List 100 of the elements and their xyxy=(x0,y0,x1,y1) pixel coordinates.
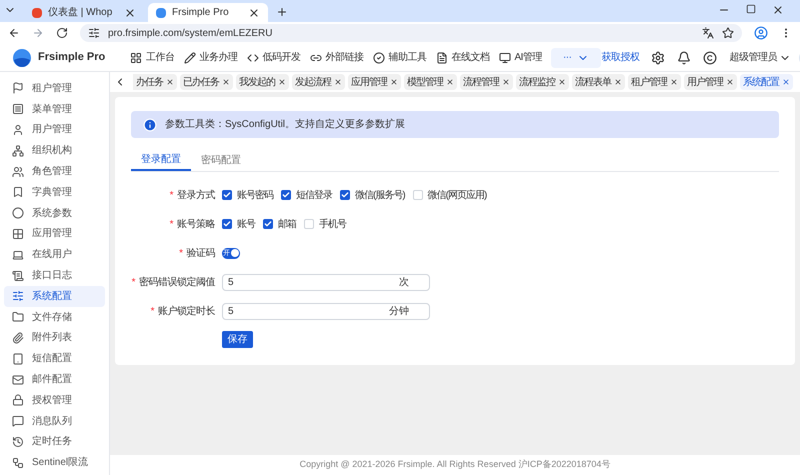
copyright-icon[interactable] xyxy=(703,50,718,64)
nav-item[interactable]: 辅助工具 xyxy=(372,50,426,65)
page-tab[interactable]: 我发起的 xyxy=(236,74,289,90)
close-icon[interactable] xyxy=(166,78,174,86)
nav-item[interactable]: 业务办理 xyxy=(184,50,238,65)
back-icon[interactable] xyxy=(8,27,20,39)
nav-item[interactable]: 外部链接 xyxy=(310,50,364,65)
sidebar-item[interactable]: 用户管理 xyxy=(4,120,105,140)
field-label: 账户锁定时长 xyxy=(158,304,215,318)
required-mark: * xyxy=(150,304,154,318)
nav-item[interactable]: 工作台 xyxy=(130,50,174,65)
form-tab[interactable]: 登录配置 xyxy=(131,149,191,171)
sidebar-item[interactable]: 文件存储 xyxy=(4,306,105,328)
page-tab[interactable]: 租户管理 xyxy=(628,74,681,90)
sidebar-item[interactable]: 菜单管理 xyxy=(4,98,105,120)
sidebar-item[interactable]: 系统配置 xyxy=(4,286,105,307)
field-label: 验证码 xyxy=(186,246,215,260)
page-tab[interactable]: 已办任务 xyxy=(180,74,233,90)
close-icon[interactable] xyxy=(782,78,790,86)
checkbox[interactable] xyxy=(222,190,232,200)
nav-item[interactable]: AI管理 xyxy=(498,50,542,65)
page-tab[interactable]: 模型管理 xyxy=(404,74,457,90)
sidebar-item[interactable]: 邮件配置 xyxy=(4,369,105,390)
more-dropdown[interactable]: ··· xyxy=(550,48,602,68)
input-field[interactable]: 5 分钟 xyxy=(222,302,430,320)
close-window-icon[interactable] xyxy=(772,4,784,16)
checkbox[interactable] xyxy=(263,219,273,229)
sidebar-item[interactable]: 在线用户 xyxy=(4,244,105,266)
close-icon[interactable] xyxy=(124,6,136,18)
input-field[interactable]: 5 次 xyxy=(222,274,430,290)
checkbox[interactable] xyxy=(412,190,423,200)
save-button[interactable]: 保存 xyxy=(222,331,253,348)
page-tab[interactable]: 发起流程 xyxy=(292,74,345,90)
sidebar-item[interactable]: Sentinel限流 xyxy=(4,452,105,474)
sidebar-item[interactable]: 系统参数 xyxy=(4,202,105,224)
checkbox-label: 微信(服务号) xyxy=(355,188,405,202)
close-icon[interactable] xyxy=(446,78,454,86)
nav-icon xyxy=(372,52,384,64)
close-icon[interactable] xyxy=(278,78,286,86)
required-mark: * xyxy=(170,218,173,232)
sidebar-item[interactable]: 租户管理 xyxy=(4,78,105,99)
browser-tab[interactable]: Frsimple Pro xyxy=(148,3,268,22)
page-tab[interactable]: 办任务 xyxy=(133,74,177,90)
bell-icon[interactable] xyxy=(677,50,692,64)
close-icon[interactable] xyxy=(614,78,622,86)
bookmark-star-icon[interactable] xyxy=(722,27,734,39)
sidebar-item[interactable]: 消息队列 xyxy=(4,410,105,432)
menu-item-icon xyxy=(12,270,24,282)
menu-item-icon xyxy=(12,415,24,428)
checkbox[interactable] xyxy=(304,219,314,229)
sidebar-item[interactable]: 组织机构 xyxy=(4,140,105,162)
menu-item-icon xyxy=(12,103,24,116)
close-icon[interactable] xyxy=(334,78,342,86)
translate-icon[interactable] xyxy=(702,27,714,39)
page-tab[interactable]: 用户管理 xyxy=(684,74,737,90)
menu-item-icon xyxy=(12,374,24,386)
maximize-icon[interactable] xyxy=(746,4,756,14)
checkbox[interactable] xyxy=(340,190,350,200)
close-icon[interactable] xyxy=(670,78,678,86)
profile-icon[interactable] xyxy=(754,26,768,40)
menu-item-icon xyxy=(12,311,24,324)
settings-icon[interactable] xyxy=(651,50,666,64)
checkbox[interactable] xyxy=(222,219,232,229)
new-tab-icon[interactable] xyxy=(276,6,288,18)
page-tab[interactable]: 系统配置 xyxy=(740,74,793,90)
form-tab[interactable]: 密码配置 xyxy=(191,149,251,171)
close-icon[interactable] xyxy=(222,78,230,86)
address-bar[interactable]: pro.frsimple.com/system/emLEZERU xyxy=(80,24,742,42)
sidebar-item[interactable]: 角色管理 xyxy=(4,161,105,182)
sidebar-item[interactable]: 应用管理 xyxy=(4,224,105,244)
user-menu[interactable]: 超级管理员 xyxy=(729,50,791,65)
menu-item-icon xyxy=(12,144,24,157)
page-tab[interactable]: 流程管理 xyxy=(460,74,513,90)
checkbox[interactable] xyxy=(281,190,291,200)
menu-item-icon xyxy=(12,290,24,302)
menu-item-icon xyxy=(12,394,24,406)
page-tab[interactable]: 应用管理 xyxy=(348,74,401,90)
forward-icon[interactable] xyxy=(32,27,44,39)
browser-tab[interactable]: 仪表盘 | Whop xyxy=(24,3,144,22)
close-icon[interactable] xyxy=(390,78,398,86)
close-icon[interactable] xyxy=(726,78,734,86)
page-tab[interactable]: 流程监控 xyxy=(516,74,569,90)
tab-title: Frsimple Pro xyxy=(172,6,230,20)
sidebar-item[interactable]: 字典管理 xyxy=(4,182,105,203)
nav-item[interactable]: 低码开发 xyxy=(246,50,300,65)
close-icon[interactable] xyxy=(558,78,566,86)
sidebar-item[interactable]: 附件列表 xyxy=(4,328,105,348)
sidebar-item[interactable]: 短信配置 xyxy=(4,348,105,370)
site-settings-icon[interactable] xyxy=(88,27,100,39)
menu-item-icon xyxy=(12,456,24,469)
close-icon[interactable] xyxy=(248,6,260,18)
close-icon[interactable] xyxy=(502,78,510,86)
sidebar-item[interactable]: 定时任务 xyxy=(4,432,105,452)
nav-icon xyxy=(246,52,258,64)
reload-icon[interactable] xyxy=(56,27,68,39)
nav-item[interactable]: 在线文档 xyxy=(436,50,490,65)
page-tab[interactable]: 流程表单 xyxy=(572,74,625,90)
license-link[interactable]: 获取授权 xyxy=(601,50,640,65)
sidebar-item[interactable]: 授权管理 xyxy=(4,390,105,411)
sidebar-item[interactable]: 接口日志 xyxy=(4,265,105,286)
